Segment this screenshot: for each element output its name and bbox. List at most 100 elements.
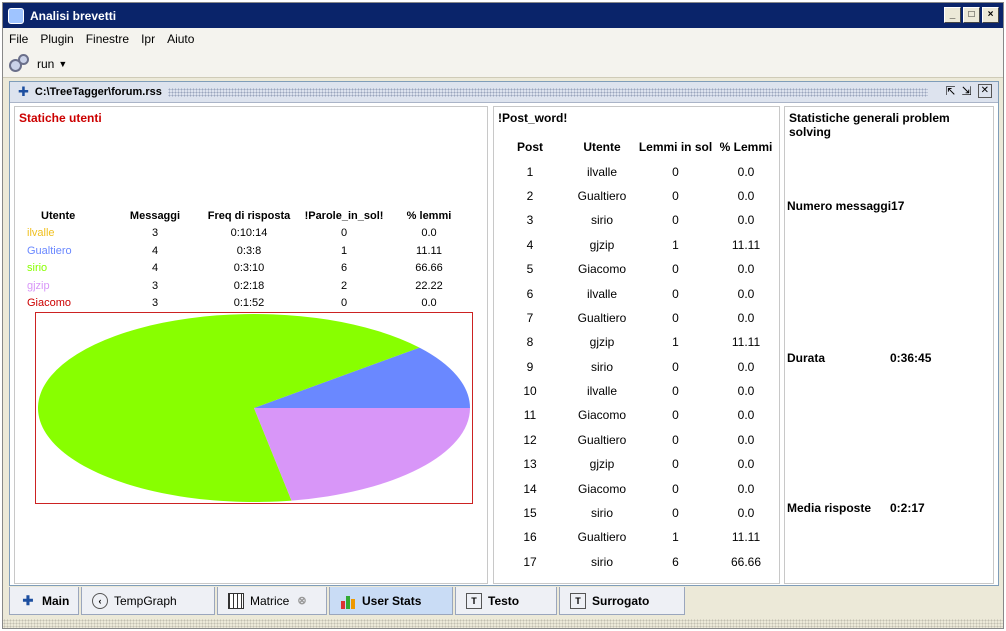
tab-label: Testo: [488, 593, 520, 608]
user-stats-panel: Statiche utenti Utente Messaggi Freq di …: [14, 106, 488, 584]
pie-chart-box: [35, 312, 473, 504]
cell-post: 15: [523, 506, 537, 521]
cell-utente: sirio: [590, 213, 613, 228]
cell-utente: Giacomo: [577, 408, 627, 423]
toolbar: run ▼: [3, 50, 1003, 78]
table-row: 3 sirio 0 0.0: [494, 208, 779, 232]
document-header[interactable]: ✚ C:\TreeTagger\forum.rss ⇱ ⇲ ✕: [10, 82, 998, 103]
cell-lemmi: 66.66: [415, 262, 443, 275]
cell-post: 8: [526, 335, 534, 350]
main-window: Analisi brevetti _ □ × File Plugin Fines…: [2, 2, 1004, 629]
cell-utente: Gualtiero: [577, 310, 627, 325]
durata-label: Durata: [787, 351, 826, 365]
menu-file[interactable]: File: [9, 32, 28, 46]
title-bar[interactable]: Analisi brevetti _ □ ×: [3, 3, 1003, 28]
table-row: gjzip 3 0:2:18 2 22.22: [19, 277, 469, 295]
tab-main[interactable]: ✚ Main: [9, 587, 79, 615]
general-stats-panel: Statistiche generali problem solving Num…: [784, 106, 994, 584]
cell-messaggi: 3: [151, 297, 159, 310]
cell-post: 5: [526, 262, 534, 277]
table-row: 14 Giacomo 0 0.0: [494, 476, 779, 500]
table-row: 5 Giacomo 0 0.0: [494, 257, 779, 281]
media-value: 0:2:17: [890, 501, 925, 515]
pie-chart: [37, 314, 470, 502]
cell-percent-lemmi: 0.0: [737, 432, 755, 447]
table-row: 6 ilvalle 0 0.0: [494, 281, 779, 305]
cell-lemmi-in-sol: 0: [672, 408, 679, 423]
table-row: 13 gjzip 0 0.0: [494, 452, 779, 476]
header-percent-lemmi: % Lemmi: [719, 140, 773, 155]
table-row: 15 sirio 0 0.0: [494, 501, 779, 525]
cell-post: 6: [526, 286, 534, 301]
menu-aiuto[interactable]: Aiuto: [167, 32, 194, 46]
header-messaggi: Messaggi: [129, 209, 181, 222]
close-button[interactable]: ×: [982, 7, 999, 23]
cell-post: 2: [526, 188, 534, 203]
cell-utente: Gualtiero: [577, 432, 627, 447]
cell-utente: sirio: [27, 262, 48, 275]
cell-lemmi-in-sol: 0: [672, 164, 679, 179]
pin-icon: ✚: [22, 592, 34, 608]
cell-utente: ilvalle: [586, 286, 617, 301]
cell-lemmi-in-sol: 1: [672, 335, 679, 350]
table-header: Post Utente Lemmi in sol % Lemmi: [494, 135, 779, 159]
tab-user-stats[interactable]: User Stats: [329, 587, 453, 615]
cell-post: 13: [523, 457, 537, 472]
cell-percent-lemmi: 0.0: [737, 164, 755, 179]
run-button[interactable]: run ▼: [9, 53, 67, 75]
cell-post: 16: [523, 530, 537, 545]
media-label: Media risposte: [787, 501, 872, 515]
minimize-button[interactable]: _: [944, 7, 961, 23]
cell-percent-lemmi: 0.0: [737, 310, 755, 325]
gears-icon: [9, 53, 33, 75]
cell-utente: sirio: [590, 554, 613, 569]
document-frame: ✚ C:\TreeTagger\forum.rss ⇱ ⇲ ✕ Statiche…: [9, 81, 999, 586]
tab-surrogato[interactable]: T Surrogato: [559, 587, 685, 615]
cell-percent-lemmi: 66.66: [730, 554, 762, 569]
cell-percent-lemmi: 0.0: [737, 286, 755, 301]
table-header: Utente Messaggi Freq di risposta !Parole…: [19, 207, 469, 225]
table-row: 11 Giacomo 0 0.0: [494, 403, 779, 427]
maximize-button[interactable]: □: [963, 7, 980, 23]
menu-ipr[interactable]: Ipr: [141, 32, 155, 46]
cell-post: 14: [523, 481, 537, 496]
cell-percent-lemmi: 0.0: [737, 481, 755, 496]
cell-parole: 1: [340, 244, 348, 257]
menu-finestre[interactable]: Finestre: [86, 32, 129, 46]
maximize-icon[interactable]: ⇲: [962, 84, 972, 98]
cell-lemmi-in-sol: 0: [672, 188, 679, 203]
tab-label: Main: [42, 593, 70, 608]
close-icon[interactable]: ✕: [977, 84, 992, 98]
cell-freq: 0:3:8: [236, 244, 262, 257]
cell-utente: gjzip: [27, 279, 50, 292]
restore-icon[interactable]: ⇱: [945, 84, 955, 98]
cell-parole: 0: [340, 297, 348, 310]
table-row: 16 Gualtiero 1 11.11: [494, 525, 779, 549]
text-icon: T: [466, 592, 482, 609]
cell-post: 1: [526, 164, 534, 179]
cell-lemmi-in-sol: 0: [672, 359, 679, 374]
run-label: run: [37, 56, 55, 71]
cell-lemmi-in-sol: 0: [672, 384, 679, 399]
cell-lemmi-in-sol: 0: [672, 262, 679, 277]
header-post: Post: [516, 140, 543, 155]
cell-percent-lemmi: 0.0: [737, 457, 755, 472]
close-icon[interactable]: ⊗: [297, 594, 306, 607]
cell-messaggi: 4: [151, 244, 159, 257]
bottom-tab-bar: ✚ Main ‹ TempGraph Matrice ⊗ User Stats …: [3, 587, 1003, 617]
table-row: Giacomo 3 0:1:52 0 0.0: [19, 295, 469, 313]
cell-utente: Giacomo: [577, 481, 627, 496]
tab-matrice[interactable]: Matrice ⊗: [217, 587, 327, 615]
tab-testo[interactable]: T Testo: [455, 587, 557, 615]
table-row: ilvalle 3 0:10:14 0 0.0: [19, 225, 469, 243]
cell-messaggi: 3: [151, 279, 159, 292]
tab-tempgraph[interactable]: ‹ TempGraph: [81, 587, 215, 615]
cell-freq: 0:1:52: [233, 297, 265, 310]
cell-percent-lemmi: 11.11: [731, 237, 761, 252]
table-row: Gualtiero 4 0:3:8 1 11.11: [19, 242, 469, 260]
tab-label: Matrice: [250, 593, 290, 608]
bar-chart-icon: [340, 593, 356, 609]
menu-plugin[interactable]: Plugin: [40, 32, 73, 46]
cell-post: 10: [523, 384, 537, 399]
table-row: 2 Gualtiero 0 0.0: [494, 184, 779, 208]
